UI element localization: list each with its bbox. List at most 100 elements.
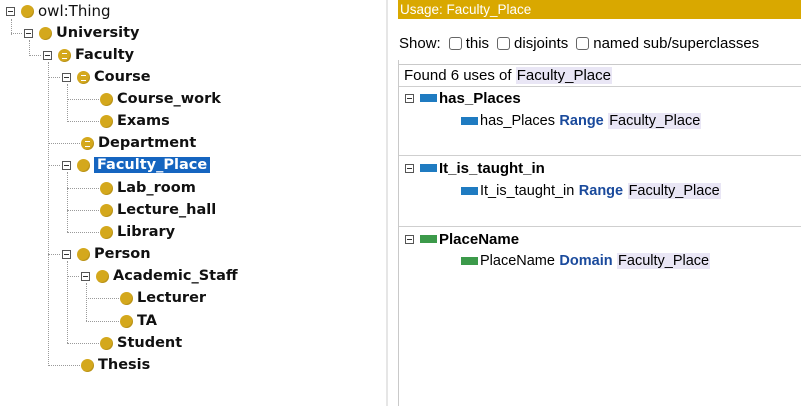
- tree-guide: [86, 321, 119, 322]
- tree-node-university[interactable]: University: [24, 23, 140, 43]
- data-property-icon: [461, 257, 478, 265]
- found-uses-summary: Found 6 uses of Faculty_Place: [399, 64, 801, 85]
- tree-node-label: TA: [137, 313, 157, 329]
- tree-node-course-work[interactable]: Course_work: [100, 89, 221, 109]
- tree-node-student[interactable]: Student: [100, 333, 182, 353]
- tree-node-academic-staff[interactable]: Academic_Staff: [81, 266, 238, 286]
- named-sub-superclasses-label: named sub/superclasses: [593, 34, 760, 52]
- tree-guide: [67, 261, 68, 343]
- class-icon: [120, 314, 133, 328]
- pane-divider[interactable]: [386, 0, 388, 406]
- tree-node-exams[interactable]: Exams: [100, 111, 170, 131]
- collapse-icon[interactable]: [405, 234, 414, 244]
- usage-group-header[interactable]: has_Places: [405, 88, 521, 108]
- tree-node-label: Exams: [117, 113, 170, 129]
- found-prefix: Found 6 uses of: [404, 66, 512, 84]
- usage-group-title: PlaceName: [439, 230, 520, 248]
- tree-node-label: Course: [94, 69, 151, 85]
- tree-node-ta[interactable]: TA: [120, 311, 157, 331]
- tree-node-label: Department: [98, 135, 197, 151]
- this-checkbox-label: this: [465, 34, 490, 52]
- class-icon: [39, 26, 52, 40]
- class-icon: [100, 92, 113, 106]
- tree-node-label: Lab_room: [117, 180, 196, 196]
- data-property-icon: [420, 235, 437, 243]
- axiom-property: It_is_taught_in: [480, 183, 575, 199]
- axiom-property: PlaceName: [480, 253, 555, 269]
- collapse-icon[interactable]: [62, 72, 71, 82]
- usage-group-header[interactable]: PlaceName: [405, 229, 519, 249]
- tree-node-label-selected: Faculty_Place: [94, 157, 211, 173]
- this-checkbox[interactable]: [448, 36, 462, 50]
- named-sub-superclasses-checkbox[interactable]: [576, 36, 590, 50]
- tree-node-course[interactable]: Course: [62, 67, 151, 87]
- class-icon: [100, 203, 113, 217]
- axiom-keyword: Domain: [559, 253, 613, 269]
- axiom-property: has_Places: [480, 113, 555, 129]
- collapse-icon[interactable]: [62, 249, 71, 259]
- defined-class-icon: [58, 48, 71, 62]
- class-icon: [100, 114, 113, 128]
- found-entity: Faculty_Place: [515, 66, 612, 84]
- tree-guide: [48, 365, 80, 366]
- collapse-icon[interactable]: [405, 163, 414, 173]
- usage-group-title: It_is_taught_in: [439, 159, 545, 177]
- tree-node-department[interactable]: Department: [81, 133, 196, 153]
- tree-node-label: Person: [94, 246, 151, 262]
- class-icon: [100, 336, 113, 350]
- usage-axiom-row[interactable]: has_Places Range Faculty_Place: [461, 111, 702, 131]
- usage-group-placename: PlaceName PlaceName Domain Faculty_Place: [399, 226, 801, 297]
- object-property-icon: [420, 94, 437, 102]
- tree-node-label: Faculty: [75, 47, 135, 63]
- axiom-keyword: Range: [578, 183, 624, 199]
- tree-node-label: Lecturer: [137, 290, 207, 306]
- tree-guide: [29, 55, 41, 56]
- tree-node-person[interactable]: Person: [62, 244, 151, 264]
- collapse-icon[interactable]: [24, 28, 33, 38]
- collapse-icon[interactable]: [43, 50, 52, 60]
- tree-node-library[interactable]: Library: [100, 222, 175, 242]
- tree-guide: [48, 165, 60, 166]
- tree-guide: [48, 62, 49, 366]
- tree-node-label: Thesis: [98, 357, 151, 373]
- usage-axiom-row[interactable]: It_is_taught_in Range Faculty_Place: [461, 181, 721, 201]
- axiom-keyword: Range: [559, 113, 604, 129]
- tree-guide: [67, 99, 99, 100]
- tree-guide: [48, 77, 60, 78]
- tree-node-lecture-hall[interactable]: Lecture_hall: [100, 200, 216, 220]
- tree-guide: [86, 283, 87, 321]
- class-icon: [96, 269, 109, 283]
- tree-node-lecturer[interactable]: Lecturer: [120, 288, 206, 308]
- collapse-icon[interactable]: [405, 93, 414, 103]
- disjoints-checkbox[interactable]: [497, 36, 511, 50]
- class-icon: [77, 247, 90, 261]
- collapse-icon[interactable]: [6, 6, 15, 16]
- class-icon: [77, 158, 90, 172]
- collapse-icon[interactable]: [62, 160, 71, 170]
- usage-group-it-is-taught-in: It_is_taught_in It_is_taught_in Range Fa…: [399, 155, 801, 226]
- usage-group-header[interactable]: It_is_taught_in: [405, 158, 545, 178]
- tree-node-label: Library: [117, 224, 176, 240]
- tree-node-faculty-place[interactable]: Faculty_Place: [62, 155, 211, 175]
- usage-axiom-row[interactable]: PlaceName Domain Faculty_Place: [461, 251, 711, 271]
- class-icon: [21, 4, 34, 18]
- collapse-icon[interactable]: [81, 271, 90, 281]
- tree-guide: [67, 343, 99, 344]
- show-label: Show:: [399, 34, 441, 52]
- tree-node-faculty[interactable]: Faculty: [43, 45, 134, 65]
- defined-class-icon: [77, 70, 90, 84]
- tree-node-lab-room[interactable]: Lab_room: [100, 178, 196, 198]
- tree-node-thesis[interactable]: Thesis: [81, 355, 150, 375]
- tree-node-label: Lecture_hall: [117, 202, 217, 218]
- class-icon: [120, 291, 133, 305]
- tree-node-label: Course_work: [117, 91, 221, 107]
- class-hierarchy-tree: owl:Thing University Faculty Course Cour…: [0, 0, 386, 406]
- tree-guide: [67, 172, 68, 232]
- tree-node-owl-thing[interactable]: owl:Thing: [6, 1, 111, 21]
- tree-guide: [67, 276, 79, 277]
- show-options-row: Show: this disjoints named sub/superclas…: [399, 32, 759, 54]
- usage-group-has-places: has_Places has_Places Range Faculty_Plac…: [399, 86, 801, 155]
- tree-node-label: Student: [117, 335, 183, 351]
- usage-group-title: has_Places: [439, 89, 521, 107]
- object-property-icon: [461, 117, 478, 125]
